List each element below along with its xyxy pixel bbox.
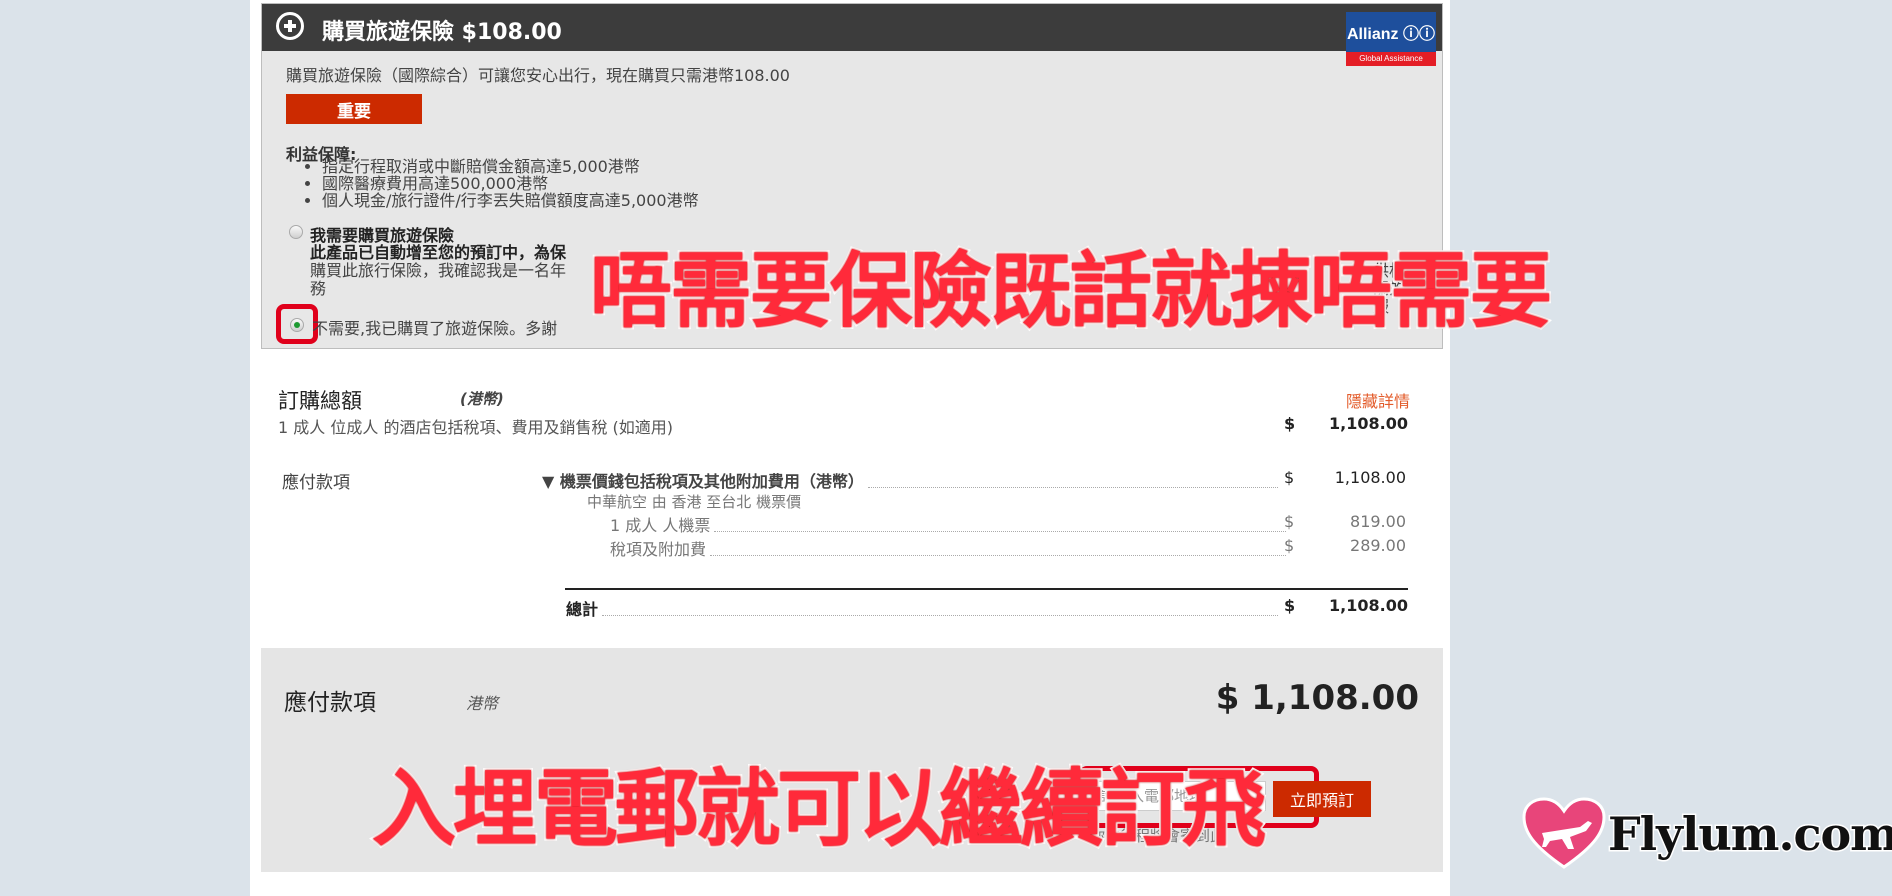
benefits-list: 指定行程取消或中斷賠償金額高達5,000港幣 國際醫療費用高達500,000港幣…: [304, 158, 699, 209]
important-button[interactable]: 重要: [286, 94, 422, 124]
insurance-yes-note-bold: 此產品已自動增至您的預訂中，為保: [310, 243, 567, 262]
caption-top: 唔需要保險既話就揀唔需要: [588, 242, 1554, 341]
watermark-text: Flylum.com: [1607, 806, 1892, 863]
plus-circle-icon[interactable]: [276, 12, 304, 40]
insurance-yes-radio[interactable]: [289, 225, 303, 239]
tax-row: 稅項及附加費: [610, 536, 1290, 560]
airline-route: 中華航空 由 香港 至台北 機票價: [587, 493, 802, 511]
adult-fare-amount: 819.00: [1350, 512, 1406, 531]
payment-currency: 港幣: [466, 694, 499, 713]
fare-amount: 1,108.00: [1334, 468, 1406, 487]
fare-row-leader: [867, 487, 1278, 488]
adult-fare-dollar: $: [1284, 512, 1295, 531]
flylum-watermark: Flylum.com: [1522, 797, 1892, 877]
fare-row-label: ▼ 機票價錢包括稅項及其他附加費用（港幣）: [542, 472, 864, 491]
insurance-yes-note-end: 務: [310, 279, 327, 298]
tax-amount: 289.00: [1350, 536, 1406, 555]
tax-label: 稅項及附加費: [610, 540, 707, 559]
tax-leader: [710, 555, 1286, 556]
insurance-description: 購買旅遊保險（國際綜合）可讓您安心出行，現在購買只需港幣108.00: [286, 66, 790, 85]
grand-total-leader: [602, 615, 1278, 616]
insurance-no-label: 不需要,我已購買了旅遊保險。多謝: [312, 319, 558, 338]
hide-details-link[interactable]: 隱藏詳情: [1346, 388, 1410, 412]
caption-bottom: 入埋電郵就可以繼續訂飛: [370, 758, 1268, 860]
payment-title: 應付款項: [284, 690, 376, 716]
grand-total-label: 總計: [566, 600, 599, 619]
adult-fare-leader: [714, 531, 1286, 532]
order-total-currency: (港幣): [460, 390, 504, 408]
payment-amount: $ 1,108.00: [1215, 678, 1419, 718]
benefit-item: 指定行程取消或中斷賠償金額高達5,000港幣: [322, 158, 699, 175]
grand-total-row: 總計: [566, 596, 1282, 620]
benefit-item: 個人現金/旅行證件/行李丟失賠償額度高達5,000港幣: [322, 192, 699, 209]
grand-total-amount: 1,108.00: [1329, 596, 1408, 615]
book-now-button[interactable]: 立即預訂: [1273, 781, 1371, 817]
benefit-item: 國際醫療費用高達500,000港幣: [322, 175, 699, 192]
fare-dollar: $: [1284, 468, 1295, 487]
order-total-amount: 1,108.00: [1329, 414, 1408, 433]
insurance-title: 購買旅遊保險 $108.00: [322, 20, 562, 45]
order-total-description: 1 成人 位成人 的酒店包括稅項、費用及銷售稅 (如適用): [278, 418, 674, 437]
payable-label: 應付款項: [282, 473, 350, 493]
allianz-brand: Allianz ⓘⓘ: [1346, 12, 1436, 52]
allianz-subtitle: Global Assistance: [1346, 52, 1436, 66]
order-total-title: 訂購總額: [278, 389, 362, 413]
insurance-yes-note-line2: 購買此旅行保險，我確認我是一名年: [310, 261, 567, 280]
allianz-logo: Allianz ⓘⓘ Global Assistance: [1346, 12, 1436, 68]
total-divider: [565, 588, 1408, 590]
adult-fare-row: 1 成人 人機票: [610, 512, 1290, 536]
tax-dollar: $: [1284, 536, 1295, 555]
fare-row[interactable]: ▼ 機票價錢包括稅項及其他附加費用（港幣）: [542, 468, 1282, 492]
heart-plane-icon: [1522, 797, 1606, 869]
grand-total-dollar: $: [1284, 596, 1296, 615]
order-total-dollar: $: [1284, 414, 1296, 433]
insurance-header: 購買旅遊保險 $108.00 Allianz ⓘⓘ Global Assista…: [262, 4, 1442, 66]
adult-fare-label: 1 成人 人機票: [610, 516, 711, 535]
